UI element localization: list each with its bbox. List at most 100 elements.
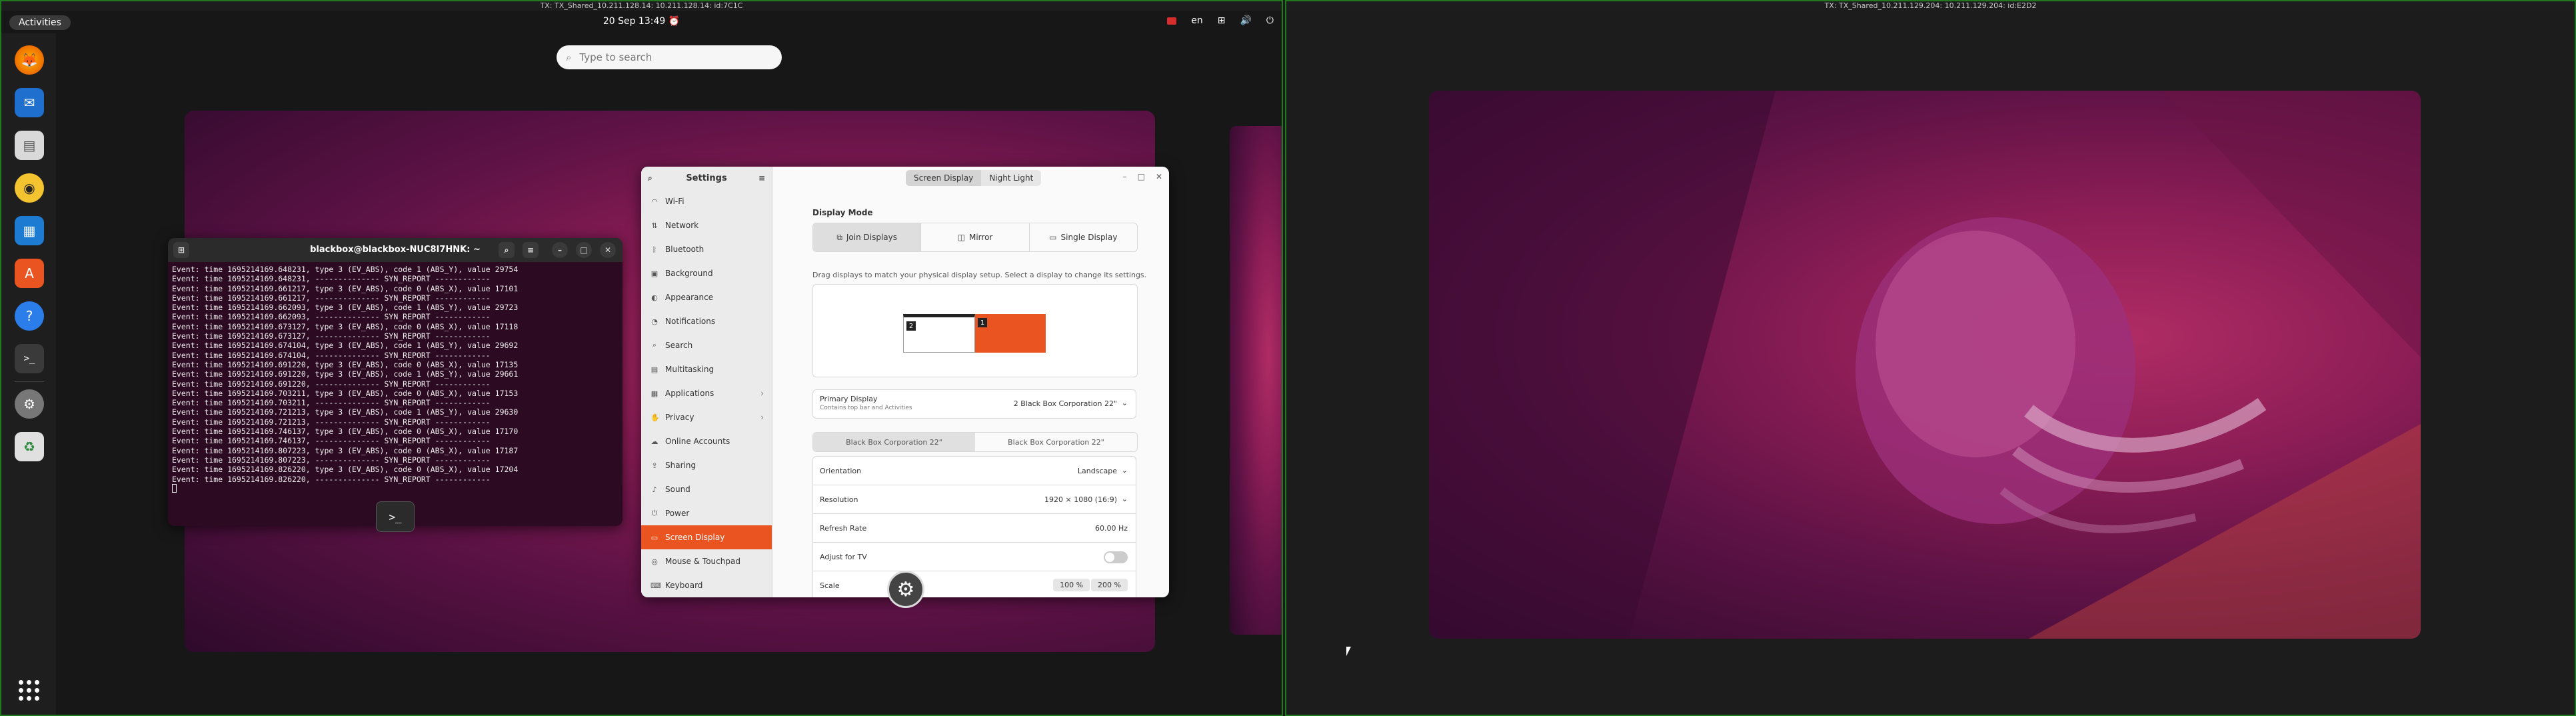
clock[interactable]: 20 Sep 13:49 ⏰ — [603, 16, 680, 27]
activities-button[interactable]: Activities — [9, 15, 71, 30]
single-display-option[interactable]: ▭ Single Display — [1030, 223, 1137, 251]
alarm-icon: ⏰ — [668, 16, 680, 27]
adjust-tv-label: Adjust for TV — [820, 553, 867, 561]
sidebar-item-privacy[interactable]: ✋ Privacy › — [641, 405, 772, 429]
sidebar-item-wi-fi[interactable]: ◠ Wi-Fi — [641, 189, 772, 213]
sidebar-item-label: Appearance — [665, 293, 714, 302]
monitor-2[interactable]: 2 — [903, 314, 975, 353]
sidebar-item-mouse-touchpad[interactable]: ◎ Mouse & Touchpad — [641, 549, 772, 573]
system-tray[interactable]: en ⊞ 🔊 ⏻ — [1167, 15, 1274, 26]
search-icon[interactable]: ⌕ — [499, 242, 515, 258]
wifi-icon: ◠ — [651, 197, 658, 206]
sidebar-item-online-accounts[interactable]: ☁ Online Accounts — [641, 429, 772, 453]
sidebar-item-label: Background — [665, 269, 713, 278]
join-displays-option[interactable]: ⧉ Join Displays — [813, 223, 922, 251]
maximize-icon[interactable]: □ — [576, 242, 592, 258]
language-indicator[interactable]: en — [1191, 15, 1203, 26]
terminal-output[interactable]: Event: time 1695214169.648231, type 3 (E… — [168, 262, 623, 495]
sidebar-item-label: Applications — [665, 389, 714, 398]
sidebar-item-notifications[interactable]: ◔ Notifications — [641, 309, 772, 333]
join-displays-icon: ⧉ — [836, 232, 842, 242]
sidebar-item-sound[interactable]: ♪ Sound — [641, 477, 772, 501]
files-icon[interactable]: ▤ — [15, 131, 44, 160]
tab-monitor-1[interactable]: Black Box Corporation 22" — [813, 433, 975, 451]
monitor-1-number: 1 — [978, 318, 987, 327]
app-center-icon[interactable]: A — [15, 259, 44, 288]
sidebar-item-label: Network — [665, 221, 699, 230]
settings-nav: ◠ Wi-Fi ⇅ Network ᛒ Bluetooth ▣ Background ◐ Appe… — [641, 189, 772, 597]
refresh-rate-value: 60.00 Hz — [1094, 524, 1128, 533]
sidebar-item-sharing[interactable]: ⇪ Sharing — [641, 453, 772, 477]
search-icon[interactable]: ⌕ — [648, 173, 652, 183]
rhythmbox-icon[interactable]: ◉ — [15, 173, 44, 203]
settings-icon[interactable]: ⚙ — [15, 389, 44, 419]
primary-display-row[interactable]: Primary Display Contains top bar and Act… — [812, 389, 1136, 419]
sidebar-item-label: Online Accounts — [665, 437, 730, 446]
workspace-thumbnail-2[interactable] — [1230, 126, 1282, 635]
flag-icon — [1167, 17, 1177, 25]
close-icon[interactable]: ✕ — [600, 242, 616, 258]
mirror-label: Mirror — [968, 233, 993, 242]
search-placeholder: Type to search — [579, 51, 652, 63]
menu-icon[interactable]: ≡ — [523, 242, 539, 258]
window-controls: – □ ✕ — [1123, 172, 1162, 181]
sidebar-item-keyboard[interactable]: ⌨ Keyboard — [641, 573, 772, 597]
firefox-icon[interactable]: 🦊 — [15, 45, 44, 75]
sidebar-item-multitasking[interactable]: ▤ Multitasking — [641, 357, 772, 381]
terminal-line: Event: time 1695214169.661217, type 3 (E… — [172, 283, 519, 293]
maximize-icon[interactable]: □ — [1138, 172, 1145, 181]
sidebar-item-bluetooth[interactable]: ᛒ Bluetooth — [641, 237, 772, 261]
mouse-icon: ◎ — [651, 557, 658, 566]
terminal-icon[interactable]: >_ — [15, 344, 44, 373]
single-display-label: Single Display — [1060, 233, 1118, 242]
menu-icon[interactable]: ≡ — [758, 173, 765, 183]
power-icon: ⏻ — [651, 509, 658, 517]
terminal-header: ⊞ blackbox@blackbox-NUC8I7HNK: ~ ⌕ ≡ – □… — [168, 238, 623, 262]
sound-icon: ♪ — [652, 485, 657, 494]
settings-window[interactable]: ⌕ Settings ≡ ◠ Wi-Fi ⇅ Network ᛒ Bluetooth ▣ Ba… — [641, 167, 1169, 597]
accounts-icon: ☁ — [650, 437, 658, 446]
tab-night-light[interactable]: Night Light — [981, 170, 1041, 186]
help-icon[interactable]: ? — [15, 301, 44, 331]
terminal-line: Event: time 1695214169.661217, ---------… — [172, 293, 491, 303]
terminal-line: Event: time 1695214169.691220, type 3 (E… — [172, 369, 519, 379]
scale-100-button[interactable]: 100 % — [1053, 579, 1090, 591]
sidebar-item-label: Screen Display — [665, 533, 725, 542]
sidebar-item-applications[interactable]: ▦ Applications › — [641, 381, 772, 405]
adjust-tv-toggle[interactable] — [1104, 551, 1128, 563]
terminal-line: Event: time 1695214169.703211, type 3 (E… — [172, 388, 519, 398]
tab-monitor-2[interactable]: Black Box Corporation 22" — [975, 433, 1137, 451]
terminal-line: Event: time 1695214169.662093, ---------… — [172, 312, 491, 322]
search-field[interactable]: ⌕ Type to search — [557, 45, 782, 69]
sidebar-item-power[interactable]: ⏻ Power — [641, 501, 772, 525]
background-icon: ▣ — [650, 269, 658, 278]
refresh-rate-row[interactable]: Refresh Rate 60.00 Hz — [812, 513, 1136, 543]
minimize-icon[interactable]: – — [552, 242, 568, 258]
scale-200-button[interactable]: 200 % — [1091, 579, 1128, 591]
mirror-option[interactable]: ◫ Mirror — [921, 223, 1030, 251]
monitor-1[interactable]: 1 — [975, 314, 1046, 353]
tab-screen-display[interactable]: Screen Display — [906, 170, 982, 186]
sidebar-item-search[interactable]: ⌕ Search — [641, 333, 772, 357]
minimize-icon[interactable]: – — [1123, 172, 1127, 181]
close-icon[interactable]: ✕ — [1156, 172, 1162, 181]
network-icon: ⊞ — [1217, 15, 1226, 26]
show-apps-icon[interactable] — [19, 680, 40, 701]
sidebar-item-label: Search — [665, 341, 693, 350]
sharing-icon: ⇪ — [651, 461, 658, 470]
sidebar-item-background[interactable]: ▣ Background — [641, 261, 772, 285]
terminal-line: Event: time 1695214169.674104, type 3 (E… — [172, 341, 519, 351]
thunderbird-icon[interactable]: ✉ — [15, 88, 44, 117]
refresh-rate-label: Refresh Rate — [820, 524, 867, 533]
terminal-window[interactable]: ⊞ blackbox@blackbox-NUC8I7HNK: ~ ⌕ ≡ – □… — [168, 238, 623, 526]
sidebar-item-screen-display[interactable]: ▭ Screen Display — [641, 525, 772, 549]
sidebar-item-label: Keyboard — [665, 581, 703, 590]
sidebar-item-appearance[interactable]: ◐ Appearance — [641, 285, 772, 309]
resolution-row[interactable]: Resolution 1920 × 1080 (16:9) ⌄ — [812, 485, 1136, 514]
orientation-row[interactable]: Orientation Landscape ⌄ — [812, 456, 1136, 485]
terminal-line: Event: time 1695214169.721213, ---------… — [172, 417, 491, 427]
writer-icon[interactable]: ▦ — [15, 216, 44, 245]
terminal-line: Event: time 1695214169.746137, type 3 (E… — [172, 427, 519, 437]
sidebar-item-network[interactable]: ⇅ Network — [641, 213, 772, 237]
trash-icon[interactable]: ♻ — [15, 432, 44, 461]
